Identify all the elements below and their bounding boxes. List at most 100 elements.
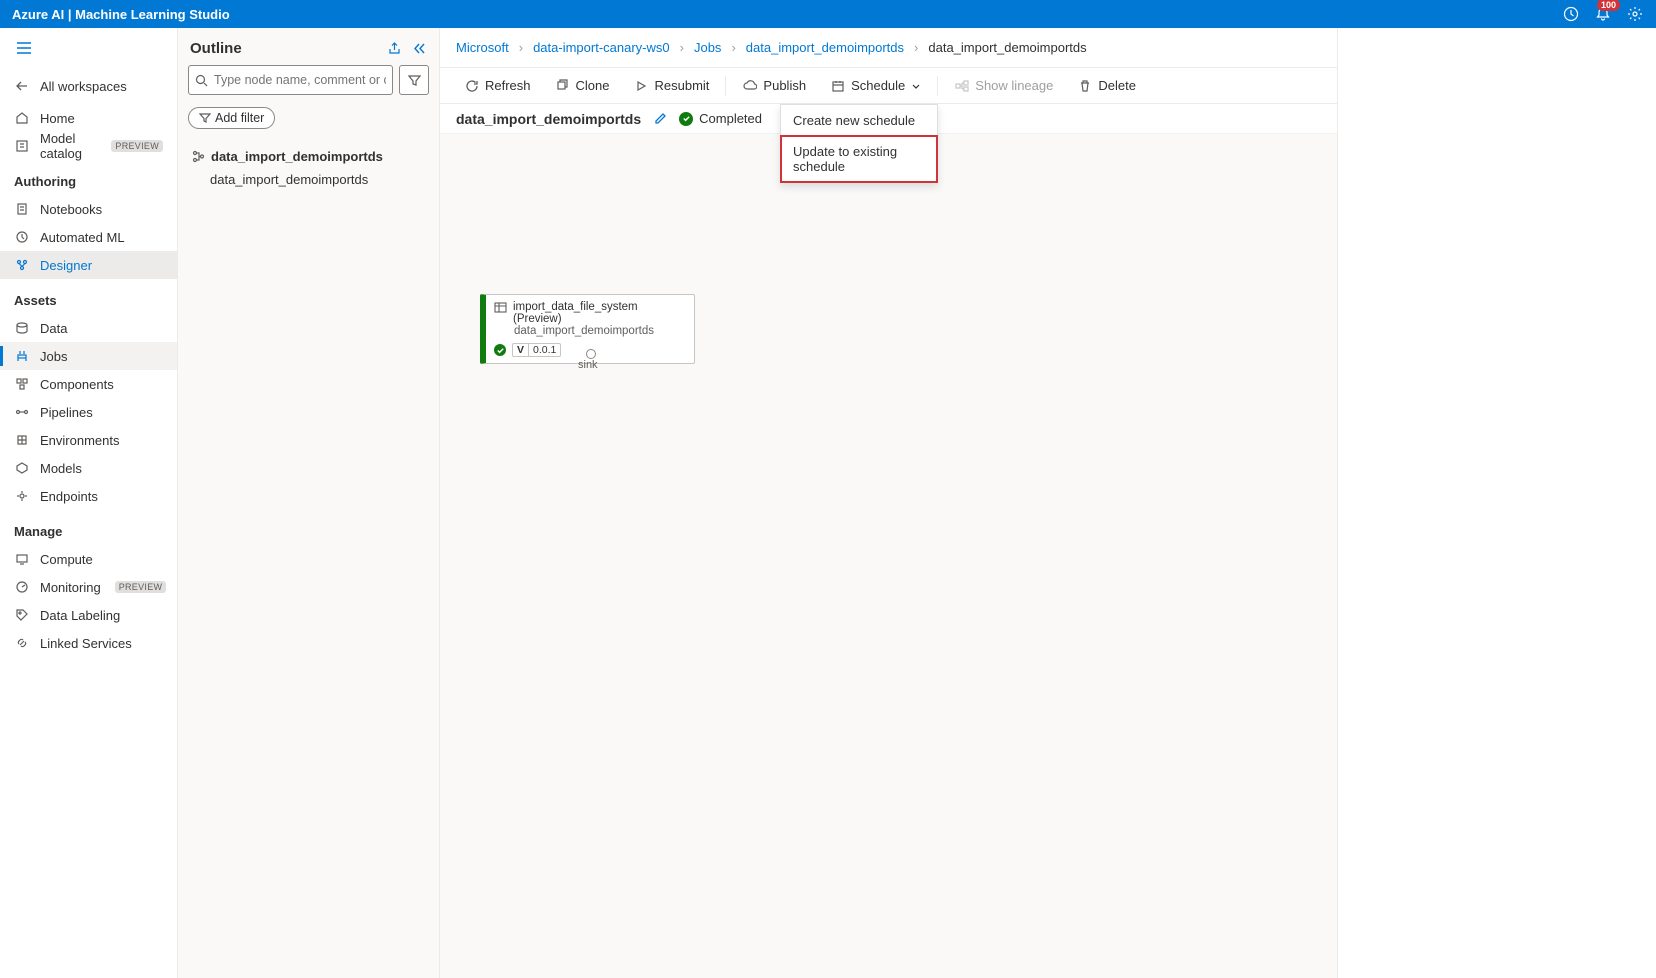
components-icon [14, 376, 30, 392]
version-badge: V0.0.1 [512, 343, 561, 357]
topbar: Azure AI | Machine Learning Studio 100 [0, 0, 1656, 28]
sidebar-item-label: Compute [40, 552, 93, 567]
sidebar-item-notebooks[interactable]: Notebooks [0, 195, 177, 223]
sidebar-item-label: Pipelines [40, 405, 93, 420]
sidebar-item-label: Notebooks [40, 202, 102, 217]
resubmit-button[interactable]: Resubmit [622, 68, 722, 104]
app-title: Azure AI | Machine Learning Studio [12, 7, 230, 22]
chevron-right-icon: › [519, 40, 523, 55]
sidebar-item-home[interactable]: Home [0, 104, 177, 132]
delete-button[interactable]: Delete [1065, 68, 1148, 104]
create-schedule-item[interactable]: Create new schedule [781, 105, 937, 136]
trash-icon [1077, 78, 1092, 93]
bc-workspace[interactable]: data-import-canary-ws0 [533, 40, 670, 55]
share-icon[interactable] [387, 41, 402, 56]
sidebar-item-automl[interactable]: Automated ML [0, 223, 177, 251]
sidebar-item-label: Linked Services [40, 636, 132, 651]
outline-search-input[interactable] [188, 65, 393, 95]
status-label: Completed [699, 111, 762, 126]
update-schedule-item[interactable]: Update to existing schedule [781, 136, 937, 182]
sidebar-item-data-labeling[interactable]: Data Labeling [0, 601, 177, 629]
bc-jobs[interactable]: Jobs [694, 40, 721, 55]
show-lineage-button: Show lineage [942, 68, 1065, 104]
publish-label: Publish [763, 78, 806, 93]
success-icon [494, 344, 506, 356]
all-workspaces-label: All workspaces [40, 79, 127, 94]
hamburger-icon[interactable] [12, 36, 36, 60]
compute-icon [14, 551, 30, 567]
calendar-icon [830, 78, 845, 93]
content: Microsoft › data-import-canary-ws0 › Job… [440, 28, 1338, 978]
topbar-right: 100 [1562, 5, 1644, 23]
publish-button[interactable]: Publish [730, 68, 818, 104]
delete-label: Delete [1098, 78, 1136, 93]
notebooks-icon [14, 201, 30, 217]
tree-child[interactable]: data_import_demoimportds [182, 168, 435, 191]
all-workspaces-link[interactable]: All workspaces [0, 68, 177, 104]
edit-icon[interactable] [653, 112, 667, 126]
bc-job[interactable]: data_import_demoimportds [746, 40, 904, 55]
labeling-icon [14, 607, 30, 623]
filter-icon[interactable] [399, 65, 429, 95]
monitoring-icon [14, 579, 30, 595]
catalog-icon [14, 138, 30, 154]
resubmit-label: Resubmit [655, 78, 710, 93]
chevron-right-icon: › [680, 40, 684, 55]
sidebar-item-models[interactable]: Models [0, 454, 177, 482]
bell-icon[interactable]: 100 [1594, 5, 1612, 23]
canvas[interactable]: import_data_file_system (Preview) data_i… [440, 134, 1337, 978]
sidebar-item-compute[interactable]: Compute [0, 545, 177, 573]
success-icon [679, 112, 693, 126]
link-icon [14, 635, 30, 651]
main: All workspaces Home Model catalog PREVIE… [0, 28, 1656, 978]
sidebar-item-designer[interactable]: Designer [0, 251, 177, 279]
sidebar-item-environments[interactable]: Environments [0, 426, 177, 454]
bc-microsoft[interactable]: Microsoft [456, 40, 509, 55]
schedule-label: Schedule [851, 78, 905, 93]
node-subtitle: data_import_demoimportds [514, 325, 686, 337]
schedule-dropdown: Create new schedule Update to existing s… [780, 104, 938, 183]
tree-root-label: data_import_demoimportds [211, 149, 383, 164]
section-assets: Assets [0, 279, 177, 314]
tree-root[interactable]: data_import_demoimportds [182, 145, 435, 168]
collapse-icon[interactable] [412, 41, 427, 56]
sidebar-item-jobs[interactable]: Jobs [0, 342, 177, 370]
sidebar-item-label: Data Labeling [40, 608, 120, 623]
sidebar-item-label: Home [40, 111, 75, 126]
outline-search-field[interactable] [214, 73, 386, 87]
refresh-button[interactable]: Refresh [452, 68, 543, 104]
pipelines-icon [14, 404, 30, 420]
home-icon [14, 110, 30, 126]
show-lineage-label: Show lineage [975, 78, 1053, 93]
sidebar-item-monitoring[interactable]: Monitoring PREVIEW [0, 573, 177, 601]
sidebar-item-label: Components [40, 377, 114, 392]
env-icon [14, 432, 30, 448]
schedule-button[interactable]: Schedule [818, 68, 933, 104]
outline-tree: data_import_demoimportds data_import_dem… [178, 137, 439, 199]
add-filter-label: Add filter [215, 111, 264, 125]
separator [937, 76, 938, 96]
clone-button[interactable]: Clone [543, 68, 622, 104]
tree-child-label: data_import_demoimportds [210, 172, 368, 187]
sidebar-item-label: Data [40, 321, 67, 336]
sidebar-item-linked-services[interactable]: Linked Services [0, 629, 177, 657]
refresh-label: Refresh [485, 78, 531, 93]
refresh-icon [464, 78, 479, 93]
sidebar-item-components[interactable]: Components [0, 370, 177, 398]
sidebar-item-label: Automated ML [40, 230, 125, 245]
sidebar-item-pipelines[interactable]: Pipelines [0, 398, 177, 426]
sidebar-item-endpoints[interactable]: Endpoints [0, 482, 177, 510]
gear-icon[interactable] [1626, 5, 1644, 23]
separator [725, 76, 726, 96]
add-filter-button[interactable]: Add filter [188, 107, 275, 129]
models-icon [14, 460, 30, 476]
clock-icon[interactable] [1562, 5, 1580, 23]
sidebar-item-label: Monitoring [40, 580, 101, 595]
sidebar-item-model-catalog[interactable]: Model catalog PREVIEW [0, 132, 177, 160]
endpoints-icon [14, 488, 30, 504]
clone-icon [555, 78, 570, 93]
output-port[interactable] [586, 349, 596, 359]
sink-label: sink [578, 359, 598, 371]
sidebar-item-label: Endpoints [40, 489, 98, 504]
sidebar-item-data[interactable]: Data [0, 314, 177, 342]
